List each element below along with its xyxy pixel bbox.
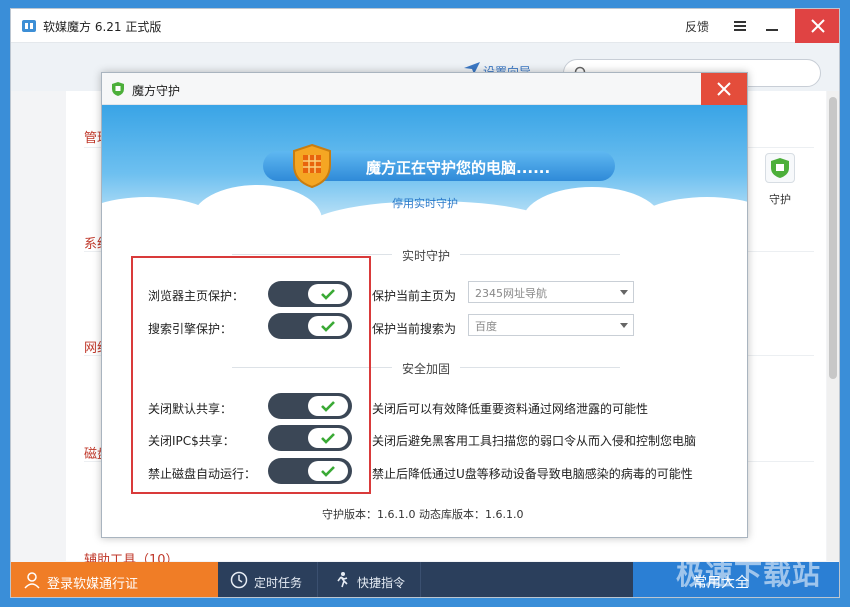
menu-icon[interactable]: [731, 17, 749, 35]
watermark: 极速下载站: [676, 558, 822, 591]
version-info: 守护版本：1.6.1.0 动态库版本：1.6.1.0: [322, 508, 524, 521]
runner-icon: [337, 572, 348, 588]
search-engine-select-value: 百度: [475, 320, 497, 333]
divider: [460, 367, 620, 368]
divider: [232, 254, 392, 255]
shield-icon: [771, 158, 789, 178]
shortcut-command-button[interactable]: 快捷指令: [321, 562, 421, 597]
app-close-button[interactable]: [795, 9, 839, 43]
scrollbar-thumb[interactable]: [829, 97, 837, 379]
autorun-desc: 禁止后降低通过U盘等移动设备导致电脑感染的病毒的可能性: [372, 467, 693, 481]
cloud-decoration: [192, 185, 322, 255]
scrollbar[interactable]: [827, 91, 839, 561]
app-logo-icon: [22, 20, 36, 32]
disable-guard-link[interactable]: 停用实时守护: [392, 195, 458, 211]
guard-tile: [765, 153, 795, 183]
shortcut-command-label: 快捷指令: [357, 576, 406, 590]
dialog-title: 魔方守护: [132, 84, 181, 98]
chevron-down-icon: [620, 290, 628, 295]
homepage-select[interactable]: 2345网址导航: [468, 281, 634, 303]
chevron-down-icon: [620, 323, 628, 328]
guard-status-text: 魔方正在守护您的电脑......: [366, 159, 551, 177]
security-hardening-heading: 安全加固: [402, 362, 451, 376]
search-protect-label: 保护当前搜索为: [372, 322, 457, 336]
guard-label: 守护: [769, 193, 791, 206]
search-engine-select[interactable]: 百度: [468, 314, 634, 336]
app-titlebar: 软媒魔方 6.21 正式版 反馈: [11, 9, 839, 43]
close-icon: [717, 82, 731, 96]
divider: [460, 254, 620, 255]
hero-banner: 魔方正在守护您的电脑......: [102, 105, 747, 261]
dialog-close-button[interactable]: [701, 73, 747, 105]
close-icon: [811, 19, 825, 33]
guard-dialog: 魔方守护 魔方正在守护您的电脑...... 停用实时守护 实时守护 浏览器主页保…: [101, 72, 748, 538]
homepage-select-value: 2345网址导航: [475, 287, 547, 300]
feedback-link[interactable]: 反馈: [685, 18, 709, 35]
clock-icon: [230, 571, 248, 589]
scheduled-task-label: 定时任务: [254, 576, 303, 590]
default-share-desc: 关闭后可以有效降低重要资料通过网络泄露的可能性: [372, 402, 649, 416]
login-label: 登录软媒通行证: [47, 577, 139, 592]
guard-tool[interactable]: 守护: [760, 153, 800, 207]
minimize-icon[interactable]: [763, 17, 781, 35]
realtime-guard-heading: 实时守护: [402, 249, 451, 263]
shield-icon: [112, 82, 124, 96]
app-title: 软媒魔方 6.21 正式版: [43, 20, 162, 34]
ipc-share-desc: 关闭后避免黑客用工具扫描您的弱口令从而入侵和控制您电脑: [372, 434, 697, 448]
highlight-annotation: [131, 256, 371, 494]
login-button[interactable]: 登录软媒通行证: [11, 562, 218, 597]
dialog-titlebar: 魔方守护: [102, 73, 747, 105]
homepage-protect-label: 保护当前主页为: [372, 289, 457, 303]
user-icon: [24, 572, 40, 589]
scheduled-task-button[interactable]: 定时任务: [218, 562, 318, 597]
shield-icon: [293, 143, 331, 189]
